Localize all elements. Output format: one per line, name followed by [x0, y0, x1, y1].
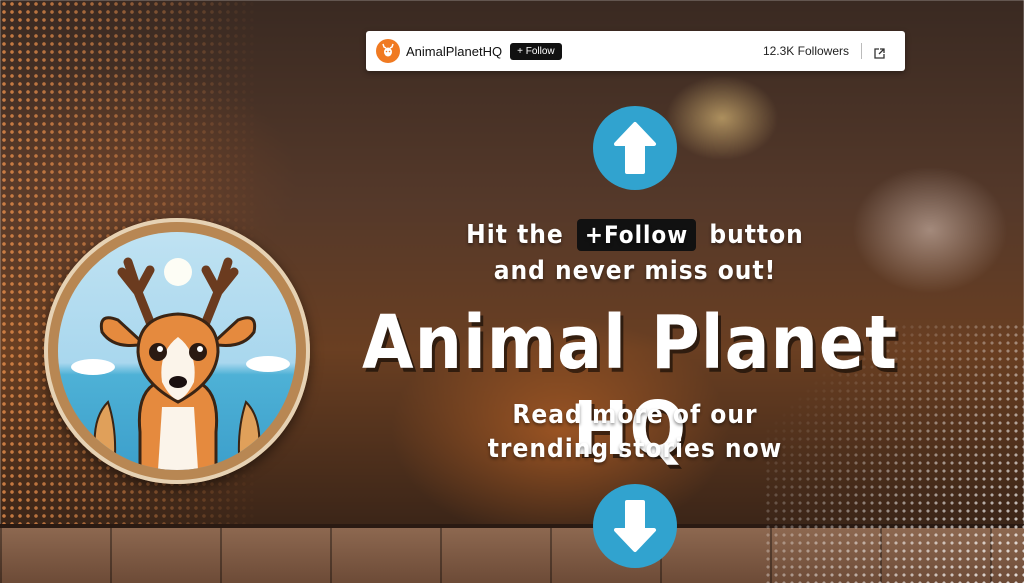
- follow-button[interactable]: + Follow: [510, 42, 562, 60]
- publisher-logo[interactable]: [376, 39, 400, 63]
- read-more-text: Read more of our: [512, 400, 758, 430]
- deer-mascot-badge: [44, 218, 310, 484]
- followers-count: 12.3K Followers: [762, 44, 849, 58]
- publisher-name[interactable]: AnimalPlanetHQ: [406, 44, 502, 59]
- external-link-icon[interactable]: [874, 46, 885, 59]
- deer-mascot-icon: [71, 257, 290, 470]
- never-miss-text: and never miss out!: [493, 256, 777, 286]
- follow-prompt: Hit the +Follow button: [420, 219, 850, 251]
- follow-pill: +Follow: [576, 219, 697, 251]
- prompt-text-end: button: [709, 220, 804, 250]
- trending-text: trending stories now: [487, 434, 783, 464]
- arrow-up-icon: [614, 122, 656, 174]
- scroll-up-button[interactable]: [593, 106, 677, 190]
- divider: [861, 43, 862, 59]
- scroll-down-button[interactable]: [593, 484, 677, 568]
- arrow-down-icon: [614, 500, 656, 552]
- publisher-bar: AnimalPlanetHQ + Follow 12.3K Followers: [366, 31, 905, 71]
- deer-illustration: [58, 232, 296, 470]
- prompt-text-start: Hit the: [466, 220, 564, 250]
- deer-logo-icon: [382, 43, 394, 57]
